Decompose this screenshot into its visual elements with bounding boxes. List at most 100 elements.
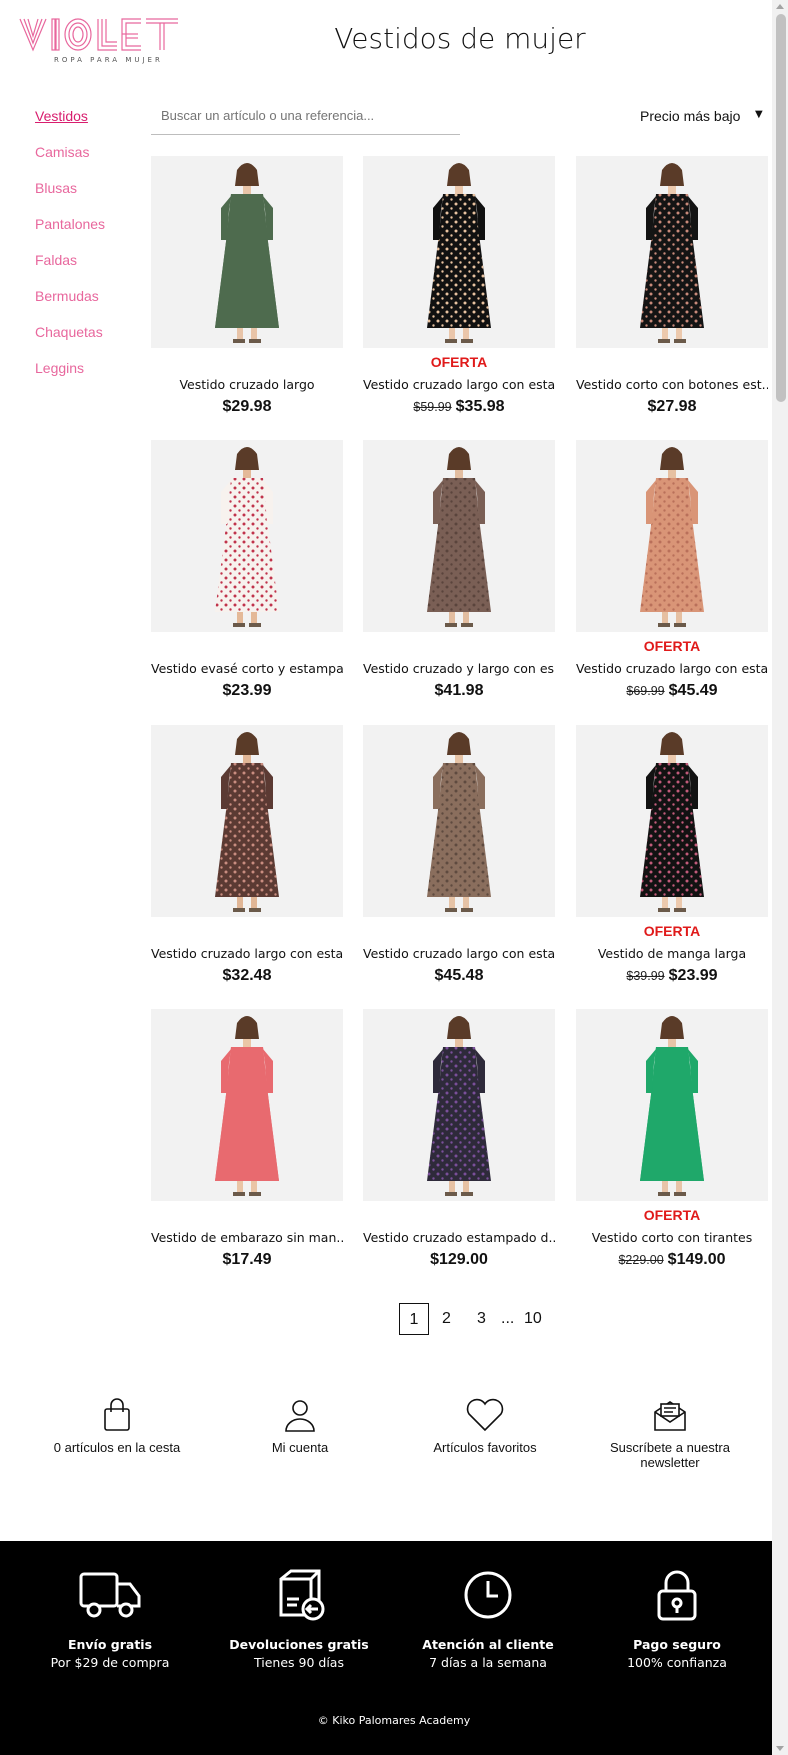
product-image[interactable] (363, 725, 555, 917)
model-figure (215, 163, 279, 343)
copyright: © Kiko Palomares Academy (317, 1714, 471, 1727)
product-image[interactable] (363, 1009, 555, 1201)
offer-badge: OFERTA (643, 1207, 701, 1223)
truck-icon (79, 1572, 141, 1618)
page-link-3[interactable]: 3 (477, 1303, 486, 1335)
product-card[interactable]: OFERTA Vestido cruzado largo con esta... $… (363, 156, 555, 426)
newsletter-label: Suscríbete a nuestra newsletter (610, 1440, 730, 1470)
vertical-scrollbar[interactable] (772, 0, 788, 1755)
brand-tagline: ROPA PARA MUJER (54, 56, 163, 64)
product-name[interactable]: Vestido cruzado y largo con es... (363, 661, 555, 676)
product-image[interactable] (363, 440, 555, 632)
product-image[interactable] (151, 725, 343, 917)
sidebar-item-bermudas[interactable]: Bermudas (35, 284, 145, 320)
feature-shipping-title: Envío gratis (67, 1637, 153, 1652)
sidebar-item-chaquetas[interactable]: Chaquetas (35, 320, 145, 356)
product-name[interactable]: Vestido cruzado largo con esta... (363, 946, 555, 961)
product-image[interactable] (151, 440, 343, 632)
feature-payment: Pago seguro 100% confianza (582, 1569, 772, 1670)
favorites-link[interactable]: Artículos favoritos (395, 1398, 575, 1455)
offer-badge: OFERTA (643, 923, 701, 939)
product-price-row: $129.00 (363, 1251, 555, 1269)
original-price: $59.99 (413, 400, 452, 414)
sidebar-item-pantalones[interactable]: Pantalones (35, 212, 145, 248)
original-price: $69.99 (626, 684, 665, 698)
product-card[interactable]: Vestido cruzado y largo con es... $41.98 (363, 440, 555, 710)
product-image[interactable] (576, 440, 768, 632)
current-price: $27.98 (647, 398, 697, 415)
category-sidebar: Vestidos Camisas Blusas Pantalones Falda… (35, 104, 145, 392)
product-name[interactable]: Vestido corto con botones est... (576, 377, 768, 392)
product-price-row: $59.99 $35.98 (363, 398, 555, 416)
scroll-up-arrow-icon[interactable] (776, 4, 784, 9)
product-image[interactable] (151, 1009, 343, 1201)
model-figure (215, 1016, 279, 1196)
product-name[interactable]: Vestido corto con tirantes (576, 1230, 768, 1245)
product-image[interactable] (576, 725, 768, 917)
scroll-down-arrow-icon[interactable] (776, 1746, 784, 1751)
sidebar-item-faldas[interactable]: Faldas (35, 248, 145, 284)
footer: Envío gratis Por $29 de compra Devolucio… (0, 1541, 788, 1755)
product-card[interactable]: OFERTA Vestido de manga larga $39.99 $23.99 (576, 725, 768, 995)
envelope-icon (654, 1401, 686, 1431)
product-card[interactable]: Vestido evasé corto y estampa... $23.99 (151, 440, 343, 710)
page-link-1[interactable]: 1 (399, 1303, 429, 1335)
scrollbar-thumb[interactable] (776, 14, 786, 402)
product-card[interactable]: Vestido cruzado estampado d... $129.00 (363, 1009, 555, 1279)
current-price: $41.98 (434, 682, 484, 699)
model-figure (640, 732, 704, 912)
product-card[interactable]: Vestido cruzado largo con esta... $45.48 (363, 725, 555, 995)
sidebar-item-camisas[interactable]: Camisas (35, 140, 145, 176)
chevron-down-icon: ▼ (755, 109, 763, 120)
product-name[interactable]: Vestido cruzado largo con esta... (363, 377, 555, 392)
current-price: $129.00 (430, 1251, 488, 1268)
newsletter-link[interactable]: Suscríbete a nuestra newsletter (580, 1398, 760, 1470)
product-name[interactable]: Vestido de manga larga (576, 946, 768, 961)
search-input[interactable] (151, 104, 460, 135)
cart-label: 0 artículos en la cesta (53, 1440, 181, 1455)
product-card[interactable]: Vestido cruzado largo $29.98 (151, 156, 343, 426)
product-card[interactable]: OFERTA Vestido cruzado largo con esta... $… (576, 440, 768, 710)
padlock-icon (657, 1570, 697, 1621)
product-price-row: $17.49 (151, 1251, 343, 1269)
original-price: $39.99 (626, 969, 665, 983)
product-price-row: $29.98 (151, 398, 343, 416)
product-image[interactable] (151, 156, 343, 348)
model-figure (640, 163, 704, 343)
product-image[interactable] (363, 156, 555, 348)
offer-badge: OFERTA (643, 638, 701, 654)
offer-badge: OFERTA (430, 354, 488, 370)
feature-support: Atención al cliente 7 días a la semana (393, 1569, 583, 1670)
current-price: $45.49 (668, 682, 718, 699)
model-figure (427, 447, 491, 627)
product-name[interactable]: Vestido cruzado largo con esta... (151, 946, 343, 961)
product-name[interactable]: Vestido cruzado largo (151, 377, 343, 392)
sidebar-item-blusas[interactable]: Blusas (35, 176, 145, 212)
brand-logo[interactable]: ROPA PARA MUJER (18, 16, 204, 70)
product-image[interactable] (576, 156, 768, 348)
product-image[interactable] (576, 1009, 768, 1201)
product-name[interactable]: Vestido evasé corto y estampa... (151, 661, 343, 676)
product-card[interactable]: Vestido de embarazo sin man... $17.49 (151, 1009, 343, 1279)
product-name[interactable]: Vestido cruzado estampado d... (363, 1230, 555, 1245)
product-card[interactable]: Vestido cruzado largo con esta... $32.48 (151, 725, 343, 995)
product-price-row: $39.99 $23.99 (576, 967, 768, 985)
model-figure (215, 732, 279, 912)
product-price-row: $229.00 $149.00 (576, 1251, 768, 1269)
page-link-10[interactable]: 10 (524, 1303, 542, 1335)
sidebar-item-vestidos[interactable]: Vestidos (35, 104, 145, 140)
feature-support-subtitle: 7 días a la semana (429, 1655, 547, 1670)
feature-shipping: Envío gratis Por $29 de compra (15, 1569, 205, 1670)
product-name[interactable]: Vestido de embarazo sin man... (151, 1230, 343, 1245)
product-card[interactable]: OFERTA Vestido corto con tirantes $229.00 $… (576, 1009, 768, 1279)
sidebar-item-leggins[interactable]: Leggins (35, 356, 145, 392)
cart-link[interactable]: 0 artículos en la cesta (27, 1398, 207, 1455)
current-price: $45.48 (434, 967, 484, 984)
page-link-2[interactable]: 2 (442, 1303, 451, 1335)
product-card[interactable]: Vestido corto con botones est... $27.98 (576, 156, 768, 426)
account-link[interactable]: Mi cuenta (210, 1398, 390, 1455)
sort-selected-label: Precio más bajo (640, 108, 741, 124)
heart-icon (466, 1398, 504, 1432)
page-title: Vestidos de mujer (334, 22, 586, 55)
product-name[interactable]: Vestido cruzado largo con esta... (576, 661, 768, 676)
